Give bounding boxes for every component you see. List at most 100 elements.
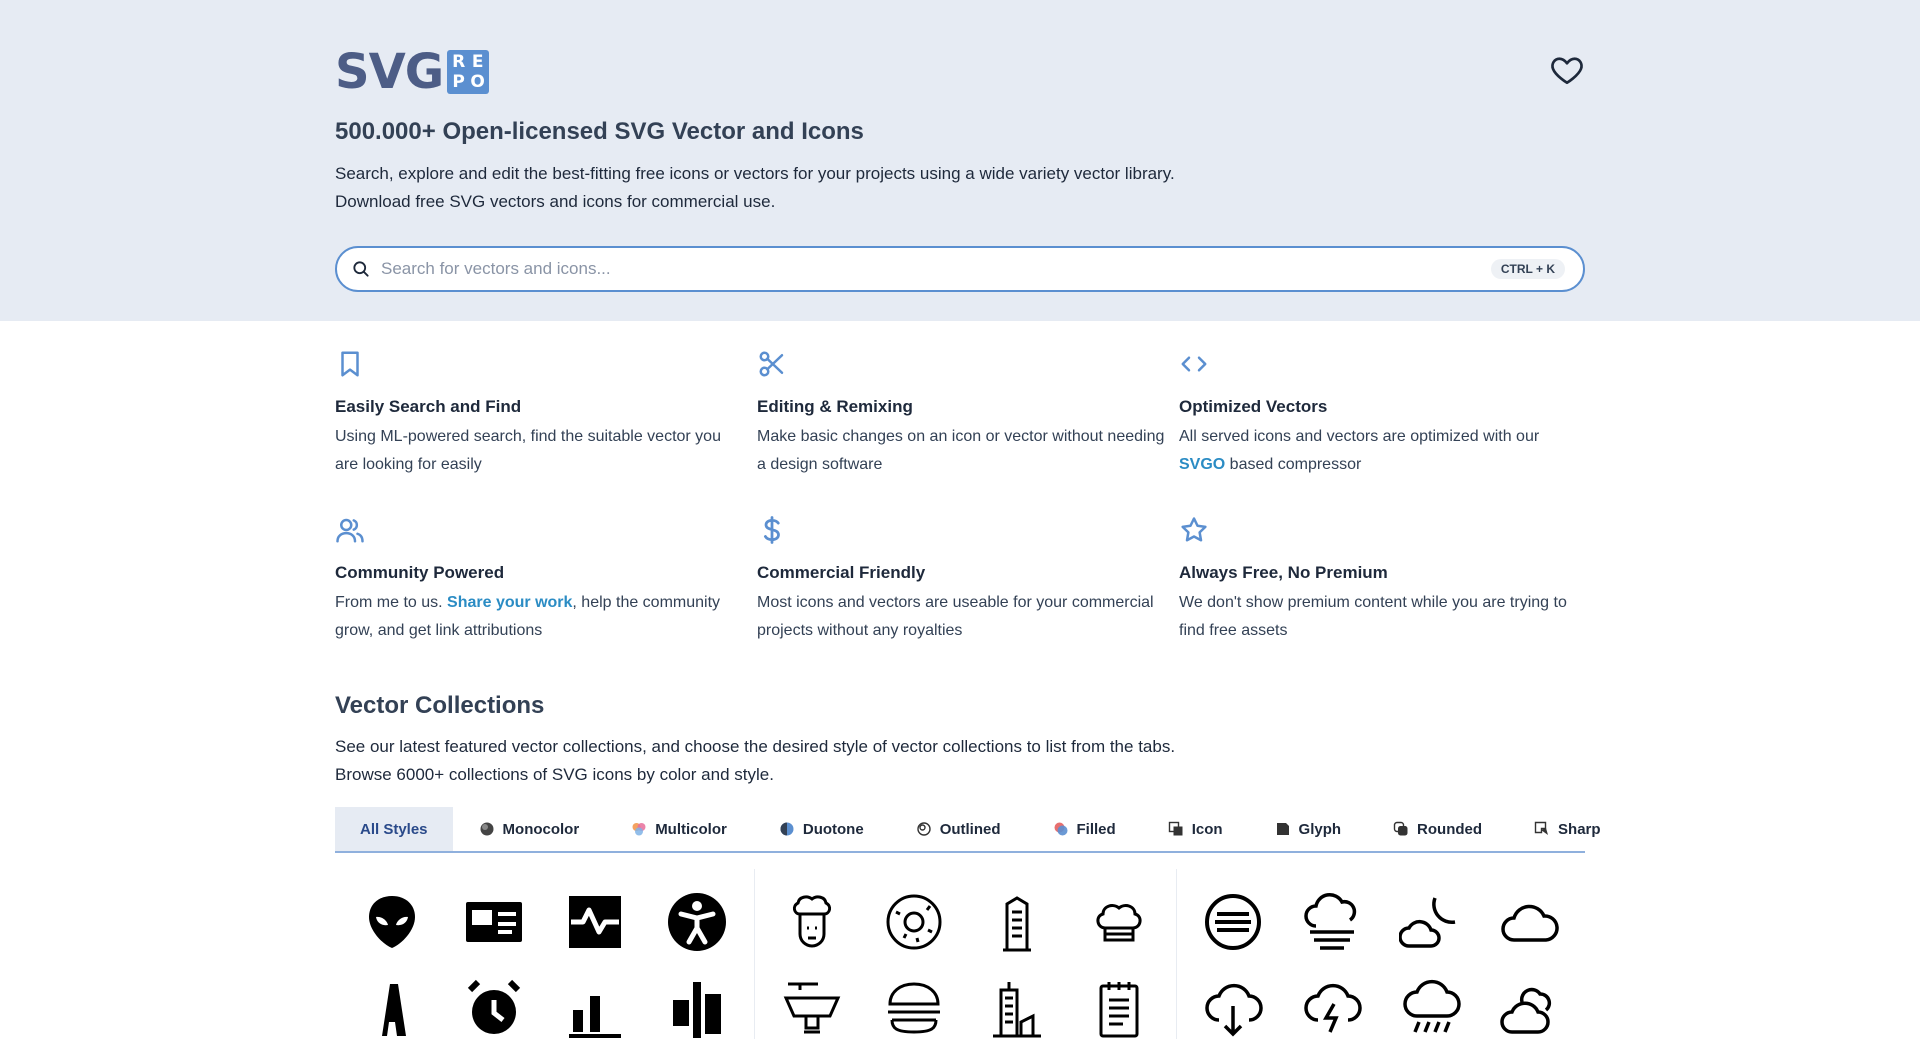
sharp-icon [1534, 821, 1549, 835]
svgo-link[interactable]: SVGO [1179, 456, 1225, 473]
tab-glyph[interactable]: Glyph [1249, 807, 1368, 851]
outlined-icon [916, 822, 931, 836]
building-icon [1002, 896, 1031, 952]
collection-card-solid[interactable] [335, 869, 755, 1039]
tab-monocolor[interactable]: Monocolor [453, 807, 606, 851]
chef-hat-icon [1096, 904, 1142, 942]
search-icon [353, 261, 369, 277]
letter-a-icon [381, 984, 406, 1036]
chef-icon [793, 895, 832, 948]
hero-description-line: Search, explore and edit the best-fittin… [335, 164, 1175, 183]
feature-title: Optimized Vectors [1179, 397, 1328, 416]
feature-text: Using ML-powered search, find the suitab… [335, 428, 721, 473]
tab-filled[interactable]: Filled [1027, 807, 1142, 851]
section-description: See our latest featured vector collectio… [335, 733, 1585, 789]
accessibility-icon [668, 893, 727, 951]
feature-optimized: Optimized Vectors All served icons and v… [1179, 349, 1585, 479]
tab-duotone[interactable]: Duotone [753, 807, 890, 851]
cloud-download-icon [1204, 983, 1263, 1037]
feature-community: Community Powered From me to us. Share y… [335, 515, 757, 645]
glyph-icon [1276, 823, 1289, 835]
feature-commercial: Commercial Friendly Most icons and vecto… [757, 515, 1179, 645]
feature-search: Easily Search and Find Using ML-powered … [335, 349, 757, 479]
keyboard-shortcut-badge: CTRL + K [1490, 259, 1565, 279]
star-icon [1181, 517, 1207, 542]
tab-rounded[interactable]: Rounded [1367, 807, 1508, 851]
tab-label: Rounded [1417, 820, 1483, 838]
feature-title: Editing & Remixing [757, 397, 913, 416]
grill-icon [783, 982, 841, 1034]
collection-card-weather[interactable] [1177, 869, 1585, 1039]
tab-label: Monocolor [502, 820, 580, 838]
tab-label: Multicolor [655, 820, 727, 838]
feature-text: Most icons and vectors are useable for y… [757, 594, 1154, 639]
tab-all-styles[interactable]: All Styles [335, 807, 453, 851]
align-center-icon [673, 982, 722, 1038]
alarm-clock-icon [467, 979, 520, 1034]
city-icon [992, 982, 1041, 1038]
section-description-line: See our latest featured vector collectio… [335, 737, 1176, 756]
tab-label: Filled [1076, 820, 1116, 838]
tab-sharp[interactable]: Sharp [1508, 807, 1627, 851]
share-your-work-link[interactable]: Share your work [447, 594, 572, 611]
alien-icon [368, 896, 415, 948]
hero-description-line: Download free SVG vectors and icons for … [335, 192, 776, 211]
rounded-icon [1393, 821, 1408, 836]
feature-text: All served icons and vectors are optimiz… [1179, 423, 1589, 479]
logo-badge-letter: P [452, 71, 465, 92]
tab-label: Outlined [939, 820, 1001, 838]
tab-multicolor[interactable]: Multicolor [605, 807, 753, 851]
feature-editing: Editing & Remixing Make basic changes on… [757, 349, 1179, 479]
svgrepo-logo[interactable]: SVG R E P O [335, 44, 490, 100]
filled-icon [1054, 822, 1068, 836]
search-input[interactable] [381, 259, 1491, 279]
icon-style-icon [1168, 821, 1183, 836]
search-bar[interactable]: CTRL + K [335, 246, 1585, 292]
notepad-icon [1099, 982, 1139, 1038]
feature-title: Community Powered [335, 563, 505, 582]
cloud-moon-icon [1398, 897, 1455, 948]
feature-free: Always Free, No Premium We don't show pr… [1179, 515, 1585, 645]
donut-icon [886, 894, 942, 950]
feature-text-part: From me to us. [335, 594, 448, 611]
feature-title: Easily Search and Find [335, 397, 522, 416]
collections-grid [335, 869, 1585, 1039]
top-bar: SVG R E P O [335, 0, 1585, 100]
fog-icon [1204, 894, 1261, 950]
feature-text: Make basic changes on an icon or vector … [757, 428, 1165, 473]
feature-title: Commercial Friendly [757, 563, 926, 582]
bar-chart-icon [569, 996, 622, 1038]
multicolor-icon [632, 823, 646, 836]
scissors-icon [759, 351, 784, 377]
tab-outlined[interactable]: Outlined [890, 807, 1027, 851]
tab-icon[interactable]: Icon [1142, 807, 1249, 851]
tab-label: Sharp [1558, 820, 1601, 838]
section-title: Vector Collections [335, 692, 545, 719]
feature-text: We don't show premium content while you … [1179, 594, 1567, 639]
logo-badge-letter: O [470, 71, 485, 92]
feature-title: Always Free, No Premium [1179, 563, 1388, 582]
vector-collections-section: Vector Collections See our latest featur… [335, 691, 1601, 1039]
duotone-icon [780, 822, 794, 836]
bookmark-icon [341, 351, 359, 377]
style-tabs: All Styles Monocolor Multicolor Duotone … [335, 807, 1601, 853]
logo-badge-letter: E [471, 51, 484, 72]
hero-description: Search, explore and edit the best-fittin… [335, 160, 1585, 216]
logo-badge: R E P O [447, 50, 490, 94]
code-icon [1181, 356, 1207, 372]
page-title: 500.000+ Open-licensed SVG Vector and Ic… [335, 118, 864, 145]
tab-label: Duotone [802, 820, 864, 838]
logo-badge-letter: R [452, 51, 466, 72]
clouds-icon [1499, 987, 1551, 1034]
collection-card-food-outline[interactable] [755, 869, 1177, 1039]
monocolor-icon [480, 822, 494, 836]
logo-text: SVG [335, 44, 444, 100]
tab-label: Glyph [1298, 820, 1342, 838]
thunder-cloud-icon [1303, 983, 1362, 1033]
heart-icon[interactable] [1549, 52, 1585, 88]
tab-label: All Styles [360, 820, 428, 838]
rain-cloud-icon [1402, 979, 1461, 1033]
id-card-icon [465, 902, 522, 942]
users-icon [336, 518, 364, 543]
pulse-icon [569, 896, 622, 948]
